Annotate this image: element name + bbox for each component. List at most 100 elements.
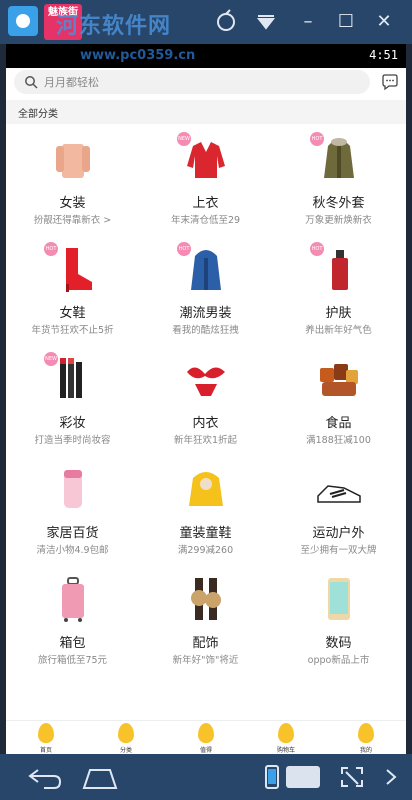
- sneaker-icon: [317, 485, 361, 503]
- tab-item[interactable]: 我的: [326, 721, 406, 754]
- cup-icon: [64, 470, 82, 508]
- category-name: 配饰: [192, 636, 219, 651]
- category-description: 旅行箱低至75元: [37, 655, 108, 666]
- tab-label: 值得: [199, 747, 212, 754]
- home-icon[interactable]: [80, 762, 120, 792]
- category-item[interactable]: 童装童鞋满299减260: [139, 456, 272, 566]
- badge-label: HOT: [310, 132, 324, 146]
- emulator-window: 魅族街 河东软件网 – ☐ ✕ www.pc0359.cn 4:51 月月都轻松…: [0, 0, 412, 800]
- back-icon[interactable]: [24, 762, 64, 792]
- category-description: 万象更新焕新衣: [305, 215, 372, 226]
- category-description: 年货节狂欢不止5折: [31, 325, 114, 336]
- search-input[interactable]: 月月都轻松: [14, 70, 370, 94]
- category-name: 护肤: [325, 306, 352, 321]
- tab-item[interactable]: 首页: [6, 721, 86, 754]
- section-header: 全部分类: [6, 100, 406, 124]
- category-description: 打造当季时尚妆容: [34, 435, 111, 446]
- tab-label: 分类: [119, 747, 132, 754]
- egg-icon: [278, 723, 294, 743]
- category-description: 扮靓还得靠新衣 >: [33, 215, 112, 226]
- category-item[interactable]: HOT 护肤养出新年好气色: [272, 236, 405, 346]
- category-item[interactable]: 女装扮靓还得靠新衣 >: [6, 126, 139, 236]
- emulator-logo-icon: [8, 6, 38, 36]
- watermark-text: 河东软件网: [56, 14, 172, 39]
- category-description: 养出新年好气色: [305, 325, 372, 336]
- category-item[interactable]: 箱包旅行箱低至75元: [6, 566, 139, 676]
- badge-label: NEW: [177, 132, 191, 146]
- watch-icon: [191, 578, 221, 620]
- search-placeholder: 月月都轻松: [44, 76, 99, 89]
- egg-icon: [358, 723, 374, 743]
- badge-label: HOT: [310, 242, 324, 256]
- dropdown-menu-icon[interactable]: [252, 8, 280, 36]
- tab-label: 首页: [39, 747, 52, 754]
- category-name: 数码: [325, 636, 352, 651]
- category-item[interactable]: 运动户外 至少拥有一双大牌: [272, 456, 405, 566]
- category-item[interactable]: HOT 潮流男装 看我的酷炫狂拽: [139, 236, 272, 346]
- category-name: 运动户外: [312, 526, 365, 541]
- watermark-url: www.pc0359.cn: [80, 48, 196, 63]
- chevron-right-icon[interactable]: [382, 762, 400, 792]
- category-item[interactable]: 数码 oppo新品上市: [272, 566, 405, 676]
- category-description: oppo新品上市: [307, 655, 370, 666]
- tab-label: 我的: [359, 747, 372, 754]
- category-description: 年末清仓低至29: [170, 215, 241, 226]
- category-item[interactable]: HOT 秋冬外套万象更新焕新衣: [272, 126, 405, 236]
- tab-label: 购物车: [276, 747, 295, 754]
- category-item[interactable]: NEW 彩妆打造当季时尚妆容: [6, 346, 139, 456]
- section-title: 全部分类: [18, 109, 58, 120]
- keyboard-icon[interactable]: [286, 766, 320, 788]
- category-description: 新年好"饰"将近: [172, 655, 239, 666]
- emulator-navbar: [0, 754, 412, 800]
- egg-icon: [118, 723, 134, 743]
- suitcase-icon: [62, 577, 84, 622]
- minimize-button[interactable]: –: [294, 8, 322, 36]
- egg-icon: [38, 723, 54, 743]
- category-description: 满188狂减100: [306, 435, 371, 446]
- status-time: 4:51: [369, 48, 398, 62]
- category-item[interactable]: 食品满188狂减100: [272, 346, 405, 456]
- search-bar: 月月都轻松: [6, 68, 406, 98]
- close-button[interactable]: ✕: [370, 8, 398, 36]
- category-name: 彩妆: [59, 416, 86, 431]
- category-item[interactable]: 家居百货清洁小物4.9包邮: [6, 456, 139, 566]
- phone-icon: [328, 578, 350, 620]
- tab-item[interactable]: 分类: [86, 721, 166, 754]
- category-item[interactable]: NEW 上衣年末清仓低至29: [139, 126, 272, 236]
- status-bar: 4:51: [6, 44, 406, 68]
- category-name: 童装童鞋: [179, 526, 232, 541]
- lingerie-icon: [187, 367, 225, 396]
- coat-icon: [56, 144, 90, 178]
- category-name: 女装: [59, 196, 86, 211]
- category-name: 潮流男装: [179, 306, 232, 321]
- category-item[interactable]: 配饰新年好"饰"将近: [139, 566, 272, 676]
- emulator-titlebar: 魅族街 河东软件网 – ☐ ✕: [0, 0, 412, 44]
- category-name: 上衣: [192, 196, 219, 211]
- category-name: 食品: [325, 416, 352, 431]
- category-name: 秋冬外套: [312, 196, 365, 211]
- kids-jacket-icon: [189, 472, 223, 506]
- badge-label: NEW: [44, 352, 58, 366]
- category-description: 满299减260: [177, 545, 234, 556]
- fullscreen-icon[interactable]: [212, 8, 240, 36]
- category-name: 女鞋: [59, 306, 86, 321]
- app-screen: 月月都轻松 全部分类 女装扮靓还得靠新衣 > NEW 上衣年末清仓低至29 HOT 秋冬…: [6, 68, 406, 754]
- bottom-tabbar: 首页 分类 值得 购物车 我的: [6, 720, 406, 754]
- egg-icon: [198, 723, 214, 743]
- category-description: 新年狂欢1折起: [173, 435, 238, 446]
- phone-rotate-icon[interactable]: [264, 762, 280, 792]
- category-item[interactable]: 内衣 新年狂欢1折起: [139, 346, 272, 456]
- category-description: 清洁小物4.9包邮: [36, 545, 109, 556]
- category-item[interactable]: HOT 女鞋年货节狂欢不止5折: [6, 236, 139, 346]
- badge-label: HOT: [44, 242, 58, 256]
- fullscreen-toggle-icon[interactable]: [338, 762, 366, 792]
- message-icon[interactable]: [380, 72, 400, 92]
- tab-item[interactable]: 购物车: [246, 721, 326, 754]
- maximize-button[interactable]: ☐: [332, 8, 360, 36]
- category-name: 箱包: [59, 636, 86, 651]
- tab-item[interactable]: 值得: [166, 721, 246, 754]
- category-description: 看我的酷炫狂拽: [172, 325, 239, 336]
- category-name: 家居百货: [46, 526, 99, 541]
- snacks-icon: [320, 364, 358, 396]
- search-icon: [25, 76, 38, 89]
